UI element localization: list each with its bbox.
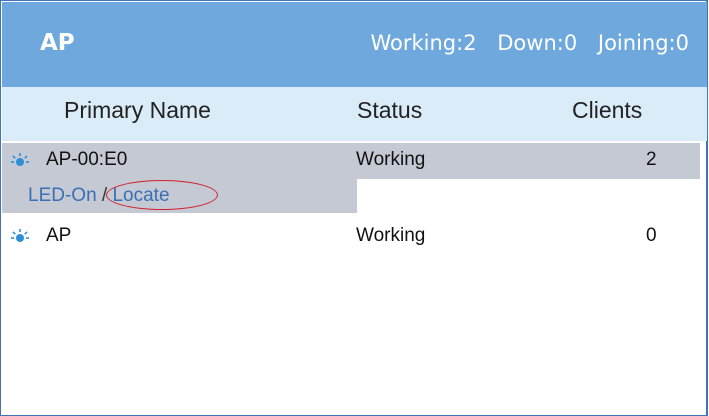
row-ap-clients: 0 — [646, 225, 657, 246]
working-count: Working:2 — [370, 31, 477, 55]
column-header-status[interactable]: Status — [357, 97, 422, 124]
action-separator: / — [101, 185, 108, 206]
row-ap-status: Working — [356, 225, 426, 246]
row-actions: LED-On / Locate — [28, 180, 219, 210]
ap-light-icon — [11, 153, 29, 166]
locate-link[interactable]: Locate — [112, 185, 169, 206]
row-ap-clients: 2 — [646, 149, 657, 170]
panel-title: AP — [40, 30, 75, 56]
row-ap-status: Working — [356, 149, 426, 170]
ap-panel: AP Working:2 Down:0 Joining:0 Primary Na… — [0, 0, 708, 416]
ap-light-icon — [11, 229, 29, 242]
row-ap-name[interactable]: AP — [46, 225, 71, 247]
down-count: Down:0 — [497, 31, 578, 55]
column-header-row: Primary Name Status Clients — [2, 87, 707, 141]
joining-count: Joining:0 — [597, 31, 689, 55]
locate-wrapper: Locate — [106, 180, 219, 210]
column-header-primary-name[interactable]: Primary Name — [64, 97, 211, 124]
row-ap-name[interactable]: AP-00:E0 — [46, 149, 127, 171]
column-header-clients[interactable]: Clients — [572, 97, 642, 124]
led-on-link[interactable]: LED-On — [28, 185, 97, 206]
status-summary: Working:2 Down:0 Joining:0 — [370, 31, 689, 55]
panel-header: AP Working:2 Down:0 Joining:0 — [2, 2, 707, 87]
